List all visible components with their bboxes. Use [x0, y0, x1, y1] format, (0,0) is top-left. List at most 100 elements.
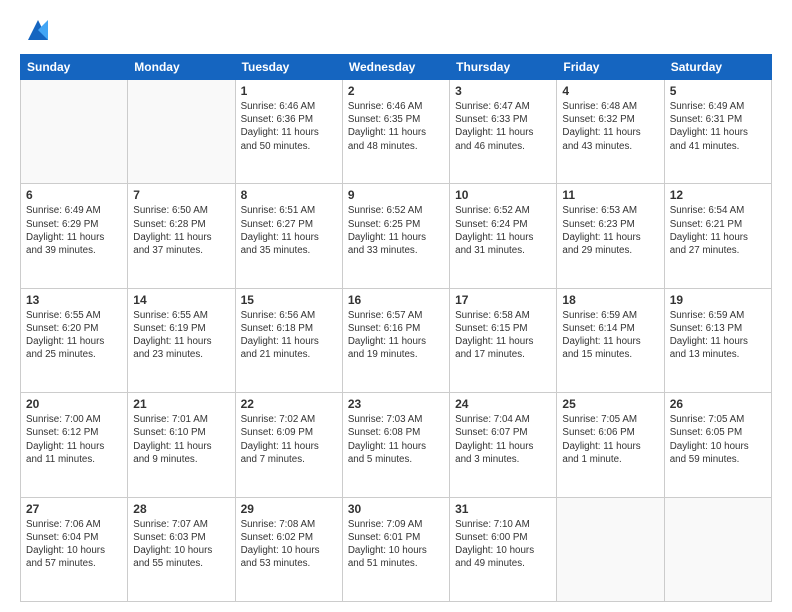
day-number: 17: [455, 293, 551, 307]
day-of-week-header: Saturday: [664, 55, 771, 80]
day-of-week-header: Tuesday: [235, 55, 342, 80]
day-info: Sunrise: 6:53 AMSunset: 6:23 PMDaylight:…: [562, 204, 658, 257]
day-number: 16: [348, 293, 444, 307]
day-number: 29: [241, 502, 337, 516]
day-number: 21: [133, 397, 229, 411]
calendar-header-row: SundayMondayTuesdayWednesdayThursdayFrid…: [21, 55, 772, 80]
day-number: 30: [348, 502, 444, 516]
calendar-cell: 21Sunrise: 7:01 AMSunset: 6:10 PMDayligh…: [128, 393, 235, 497]
day-info: Sunrise: 7:02 AMSunset: 6:09 PMDaylight:…: [241, 413, 337, 466]
day-number: 5: [670, 84, 766, 98]
day-number: 2: [348, 84, 444, 98]
day-number: 9: [348, 188, 444, 202]
day-number: 20: [26, 397, 122, 411]
day-info: Sunrise: 6:51 AMSunset: 6:27 PMDaylight:…: [241, 204, 337, 257]
day-info: Sunrise: 7:05 AMSunset: 6:05 PMDaylight:…: [670, 413, 766, 466]
day-number: 11: [562, 188, 658, 202]
page: SundayMondayTuesdayWednesdayThursdayFrid…: [0, 0, 792, 612]
calendar-cell: 15 Sunrise: 6:56 AMSunset: 6:18 PMDayligh…: [235, 288, 342, 392]
calendar-week-row: 13 Sunrise: 6:55 AMSunset: 6:20 PMDayligh…: [21, 288, 772, 392]
calendar-cell: 23Sunrise: 7:03 AMSunset: 6:08 PMDayligh…: [342, 393, 449, 497]
day-info: Sunrise: 7:04 AMSunset: 6:07 PMDaylight:…: [455, 413, 551, 466]
day-number: 31: [455, 502, 551, 516]
calendar-cell: 27 Sunrise: 7:06 AMSunset: 6:04 PMDayligh…: [21, 497, 128, 601]
day-of-week-header: Wednesday: [342, 55, 449, 80]
day-info: Sunrise: 7:00 AMSunset: 6:12 PMDaylight:…: [26, 413, 122, 466]
calendar-cell: 19 Sunrise: 6:59 AMSunset: 6:13 PMDayligh…: [664, 288, 771, 392]
calendar-cell: 3Sunrise: 6:47 AMSunset: 6:33 PMDaylight…: [450, 80, 557, 184]
calendar-week-row: 27 Sunrise: 7:06 AMSunset: 6:04 PMDayligh…: [21, 497, 772, 601]
calendar-cell: 11 Sunrise: 6:53 AMSunset: 6:23 PMDayligh…: [557, 184, 664, 288]
calendar-cell: [664, 497, 771, 601]
calendar-cell: 4 Sunrise: 6:48 AMSunset: 6:32 PMDaylight…: [557, 80, 664, 184]
calendar-week-row: 20 Sunrise: 7:00 AMSunset: 6:12 PMDayligh…: [21, 393, 772, 497]
day-info: Sunrise: 7:06 AMSunset: 6:04 PMDaylight:…: [26, 518, 122, 571]
logo-icon: [24, 16, 52, 44]
day-info: Sunrise: 6:54 AMSunset: 6:21 PMDaylight:…: [670, 204, 766, 257]
day-number: 8: [241, 188, 337, 202]
day-of-week-header: Sunday: [21, 55, 128, 80]
calendar-cell: 17 Sunrise: 6:58 AMSunset: 6:15 PMDayligh…: [450, 288, 557, 392]
day-number: 1: [241, 84, 337, 98]
day-info: Sunrise: 6:46 AMSunset: 6:35 PMDaylight:…: [348, 100, 444, 153]
calendar-cell: 30 Sunrise: 7:09 AMSunset: 6:01 PMDayligh…: [342, 497, 449, 601]
day-number: 25: [562, 397, 658, 411]
calendar-cell: 26 Sunrise: 7:05 AMSunset: 6:05 PMDayligh…: [664, 393, 771, 497]
day-info: Sunrise: 7:10 AMSunset: 6:00 PMDaylight:…: [455, 518, 551, 571]
calendar-cell: 28 Sunrise: 7:07 AMSunset: 6:03 PMDayligh…: [128, 497, 235, 601]
day-info: Sunrise: 6:59 AMSunset: 6:13 PMDaylight:…: [670, 309, 766, 362]
day-info: Sunrise: 7:03 AMSunset: 6:08 PMDaylight:…: [348, 413, 444, 466]
day-info: Sunrise: 6:52 AMSunset: 6:24 PMDaylight:…: [455, 204, 551, 257]
day-info: Sunrise: 6:50 AMSunset: 6:28 PMDaylight:…: [133, 204, 229, 257]
day-info: Sunrise: 6:55 AMSunset: 6:19 PMDaylight:…: [133, 309, 229, 362]
calendar-cell: 16 Sunrise: 6:57 AMSunset: 6:16 PMDayligh…: [342, 288, 449, 392]
day-info: Sunrise: 6:57 AMSunset: 6:16 PMDaylight:…: [348, 309, 444, 362]
day-info: Sunrise: 6:47 AMSunset: 6:33 PMDaylight:…: [455, 100, 551, 153]
day-number: 22: [241, 397, 337, 411]
day-number: 14: [133, 293, 229, 307]
calendar-week-row: 6 Sunrise: 6:49 AMSunset: 6:29 PMDaylight…: [21, 184, 772, 288]
day-info: Sunrise: 6:46 AMSunset: 6:36 PMDaylight:…: [241, 100, 337, 153]
calendar-cell: 14 Sunrise: 6:55 AMSunset: 6:19 PMDayligh…: [128, 288, 235, 392]
day-number: 13: [26, 293, 122, 307]
day-number: 19: [670, 293, 766, 307]
day-number: 28: [133, 502, 229, 516]
calendar-cell: 10 Sunrise: 6:52 AMSunset: 6:24 PMDayligh…: [450, 184, 557, 288]
day-info: Sunrise: 6:48 AMSunset: 6:32 PMDaylight:…: [562, 100, 658, 153]
calendar-cell: 6 Sunrise: 6:49 AMSunset: 6:29 PMDaylight…: [21, 184, 128, 288]
day-number: 7: [133, 188, 229, 202]
day-number: 6: [26, 188, 122, 202]
calendar-cell: 7 Sunrise: 6:50 AMSunset: 6:28 PMDaylight…: [128, 184, 235, 288]
day-number: 24: [455, 397, 551, 411]
day-number: 4: [562, 84, 658, 98]
day-info: Sunrise: 6:49 AMSunset: 6:29 PMDaylight:…: [26, 204, 122, 257]
day-info: Sunrise: 6:55 AMSunset: 6:20 PMDaylight:…: [26, 309, 122, 362]
day-info: Sunrise: 6:56 AMSunset: 6:18 PMDaylight:…: [241, 309, 337, 362]
day-number: 12: [670, 188, 766, 202]
calendar-cell: 9Sunrise: 6:52 AMSunset: 6:25 PMDaylight…: [342, 184, 449, 288]
day-info: Sunrise: 7:07 AMSunset: 6:03 PMDaylight:…: [133, 518, 229, 571]
calendar-cell: 22 Sunrise: 7:02 AMSunset: 6:09 PMDayligh…: [235, 393, 342, 497]
day-of-week-header: Thursday: [450, 55, 557, 80]
day-of-week-header: Friday: [557, 55, 664, 80]
calendar-cell: [21, 80, 128, 184]
calendar-cell: [128, 80, 235, 184]
calendar-cell: 18Sunrise: 6:59 AMSunset: 6:14 PMDayligh…: [557, 288, 664, 392]
day-number: 27: [26, 502, 122, 516]
calendar-cell: 24 Sunrise: 7:04 AMSunset: 6:07 PMDayligh…: [450, 393, 557, 497]
calendar-cell: [557, 497, 664, 601]
day-number: 18: [562, 293, 658, 307]
day-info: Sunrise: 7:09 AMSunset: 6:01 PMDaylight:…: [348, 518, 444, 571]
day-info: Sunrise: 6:58 AMSunset: 6:15 PMDaylight:…: [455, 309, 551, 362]
day-number: 10: [455, 188, 551, 202]
day-of-week-header: Monday: [128, 55, 235, 80]
day-info: Sunrise: 7:08 AMSunset: 6:02 PMDaylight:…: [241, 518, 337, 571]
calendar-cell: 8 Sunrise: 6:51 AMSunset: 6:27 PMDaylight…: [235, 184, 342, 288]
calendar-cell: 13 Sunrise: 6:55 AMSunset: 6:20 PMDayligh…: [21, 288, 128, 392]
calendar-cell: 20 Sunrise: 7:00 AMSunset: 6:12 PMDayligh…: [21, 393, 128, 497]
calendar-cell: 2 Sunrise: 6:46 AMSunset: 6:35 PMDaylight…: [342, 80, 449, 184]
day-number: 15: [241, 293, 337, 307]
calendar-table: SundayMondayTuesdayWednesdayThursdayFrid…: [20, 54, 772, 602]
calendar-cell: 29 Sunrise: 7:08 AMSunset: 6:02 PMDayligh…: [235, 497, 342, 601]
day-number: 26: [670, 397, 766, 411]
